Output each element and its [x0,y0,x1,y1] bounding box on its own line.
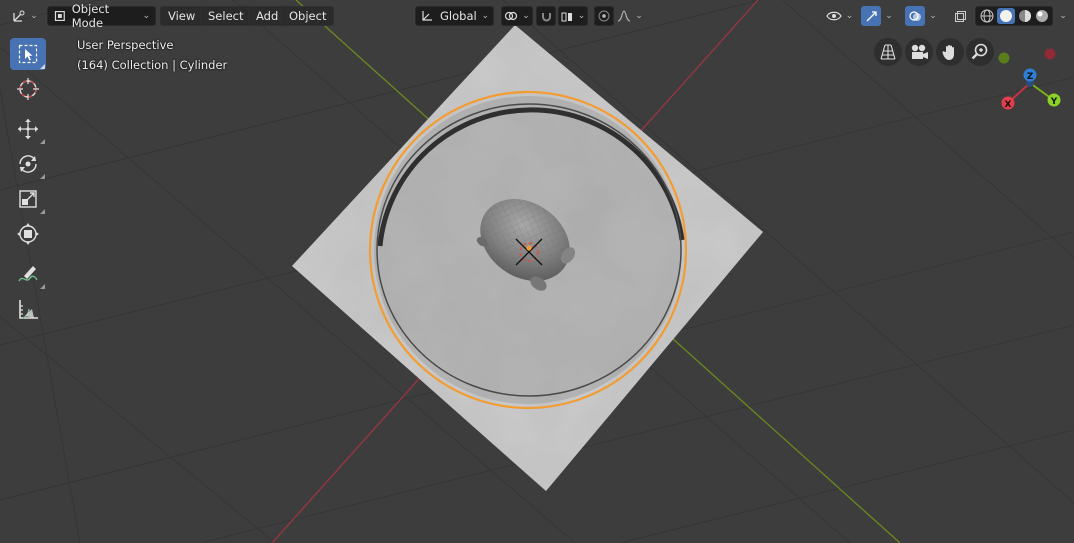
measure-icon [19,300,38,319]
overlays-dropdown[interactable]: ⌄ [925,6,941,26]
viewport-header: ⌄ Object Mode ⌄ View Select Add Object G… [0,0,1074,32]
camera-icon [911,44,928,59]
xray-icon [954,10,966,22]
navigation-gizmo[interactable]: Z X Y [996,40,1070,114]
orientation-icon [422,11,432,21]
overlays-toggle[interactable] [905,6,925,26]
rendered-shading-icon [1035,10,1048,22]
annotate-icon [18,266,38,282]
xray-toggle[interactable] [950,6,970,26]
gizmo-dropdown[interactable]: ⌄ [881,6,897,26]
snap-magnet-icon [541,12,551,21]
editor-type-button[interactable]: ⌄ [9,6,41,26]
rotate-icon [19,155,37,173]
editor-type-icon [13,10,25,22]
scale-icon [19,190,37,208]
gizmo-neg-y[interactable] [998,52,1010,64]
select-box-icon [18,44,38,64]
proportional-edit-icon [598,10,610,22]
move-icon [18,119,38,139]
gizmo-x-label: X [1005,100,1012,110]
tool-scale[interactable] [10,183,46,215]
camera-view-button[interactable] [905,38,933,66]
toggle-perspective-button[interactable] [874,38,902,66]
tool-rotate[interactable] [10,148,46,180]
object-mode-icon [54,11,65,21]
snap-increment-icon [561,12,572,21]
menu-select[interactable]: Select [200,6,252,26]
tool-cursor[interactable] [10,73,46,105]
pivot-icon [505,11,518,21]
solid-shading-icon [999,10,1012,22]
overlays-icon [908,10,921,21]
tool-measure[interactable] [10,293,46,325]
material-shading-icon [1018,10,1031,22]
cursor-icon [17,78,39,100]
wireframe-shading-button[interactable] [980,9,994,23]
gizmo-neg-x[interactable] [1044,48,1056,60]
hand-icon [942,45,954,60]
tool-move[interactable] [10,113,46,145]
proportional-edit-toggle[interactable] [594,6,614,26]
material-shading-button[interactable] [1018,9,1032,23]
menu-view[interactable]: View [160,6,204,26]
orientation-dropdown[interactable]: Global ⌄ [415,6,494,26]
shading-mode-group [975,6,1053,26]
gizmo-toggle[interactable] [861,6,881,26]
tool-annotate[interactable] [10,258,46,290]
3d-viewport[interactable]: User Perspective (164) Collection | Cyli… [0,0,1074,543]
solid-shading-button[interactable] [996,8,1015,24]
orientation-label: Global [440,9,477,23]
tool-select-box[interactable] [10,38,46,70]
pivot-point-dropdown[interactable]: ⌄ [501,6,533,26]
wireframe-shading-icon [980,9,993,23]
collection-object-label: (164) Collection | Cylinder [77,58,228,72]
falloff-dropdown[interactable]: ⌄ [615,6,645,26]
shading-dropdown[interactable]: ⌄ [1055,6,1071,26]
transform-icon [17,223,39,245]
falloff-curve-icon [618,10,631,22]
menu-object[interactable]: Object [281,6,335,26]
perspective-grid-icon [880,44,896,60]
snap-target-dropdown[interactable]: ⌄ [558,6,588,26]
pan-view-button[interactable] [936,38,964,66]
tool-transform[interactable] [10,218,46,250]
view-perspective-label: User Perspective [77,38,174,52]
eye-icon [826,11,842,21]
snap-toggle[interactable] [536,6,556,26]
scene-canvas[interactable] [0,0,1074,543]
gizmo-y-label: Y [1050,97,1058,107]
mode-dropdown[interactable]: Object Mode ⌄ [47,2,156,30]
gizmo-icon [866,10,877,21]
rendered-shading-button[interactable] [1035,9,1049,23]
object-visibility-dropdown[interactable]: ⌄ [823,6,856,26]
mode-label: Object Mode [71,2,110,30]
zoom-icon [971,43,988,60]
zoom-view-button[interactable] [966,38,994,66]
gizmo-z-label: Z [1027,72,1034,82]
